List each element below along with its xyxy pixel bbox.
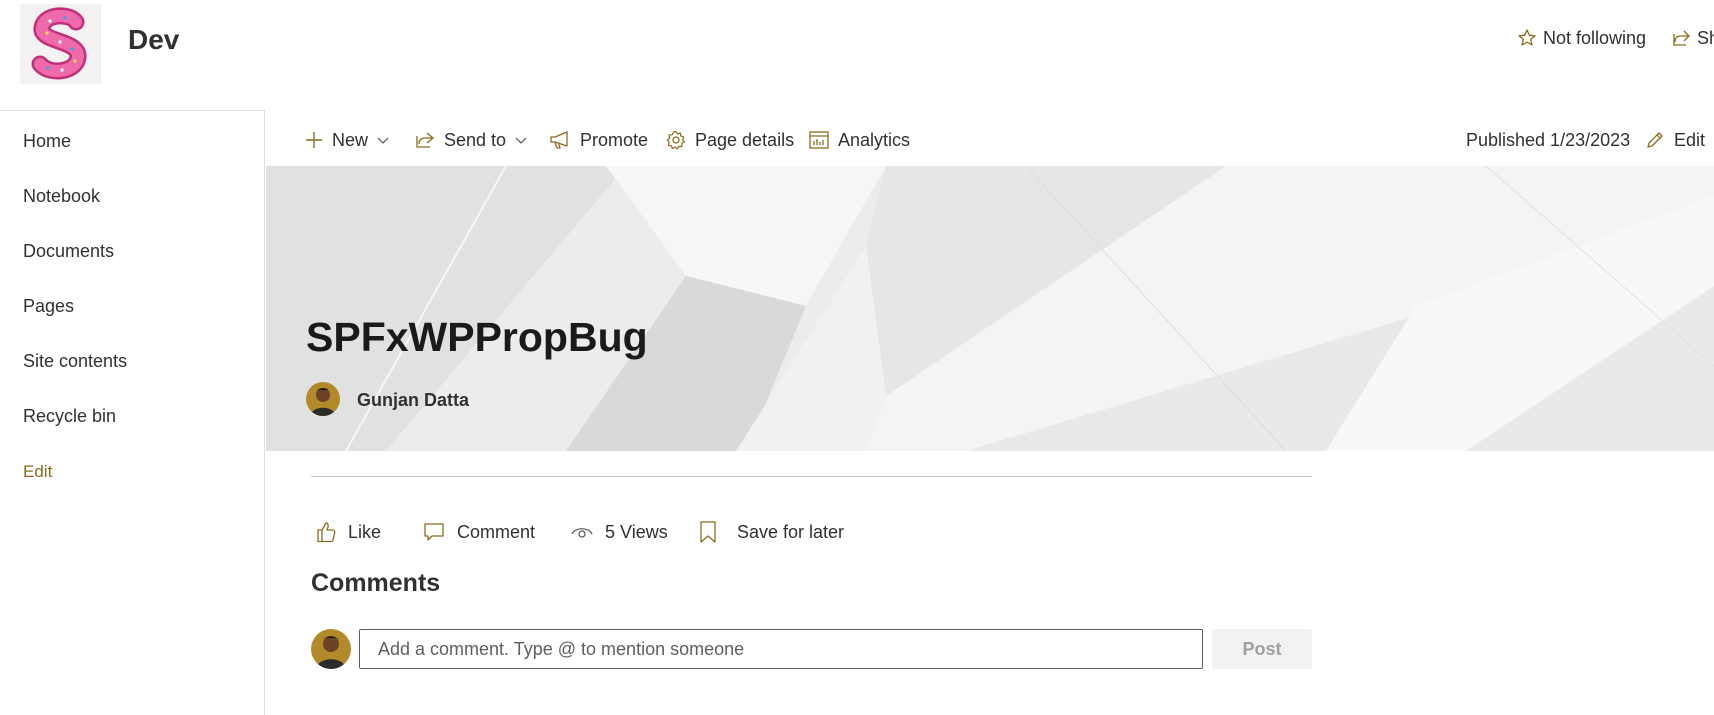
eye-icon [571,524,593,540]
megaphone-icon [549,130,571,150]
pencil-icon [1645,130,1665,150]
plus-icon [305,131,323,149]
nav-item-pages[interactable]: Pages [23,296,74,317]
page-details-button[interactable]: Page details [666,126,794,154]
site-title[interactable]: Dev [128,24,179,56]
published-status: Published 1/23/2023 [1466,129,1631,150]
comments-heading: Comments [311,569,441,597]
nav-item-documents[interactable]: Documents [23,241,114,262]
views-count: 5 Views [571,518,668,546]
comment-input[interactable] [359,629,1203,669]
current-user-avatar [311,629,351,669]
send-to-button[interactable]: Send to [415,126,527,154]
share-button[interactable]: Share [1671,24,1714,52]
analytics-label: Analytics [838,129,911,150]
nav-item-notebook[interactable]: Notebook [23,186,100,207]
nav-edit-link[interactable]: Edit [23,462,52,482]
author-name[interactable]: Gunjan Datta [357,390,469,411]
thumbs-up-icon [316,521,336,543]
save-label: Save for later [737,521,845,542]
follow-button[interactable]: Not following [1517,24,1646,52]
nav-item-site-contents[interactable]: Site contents [23,351,127,372]
nav-item-home[interactable]: Home [23,131,71,152]
edit-label: Edit [1674,129,1706,150]
site-header: Dev Not following Share [0,0,1714,100]
edit-page-button[interactable]: Edit [1645,126,1705,154]
promote-label: Promote [580,129,649,150]
author-avatar[interactable] [306,382,340,416]
comment-label: Comment [457,521,536,542]
send-to-label: Send to [444,129,507,150]
banner-background-image [266,166,1714,451]
title-banner: SPFxWPPropBug Gunjan Datta [266,166,1714,451]
bar-chart-icon [809,131,829,149]
follow-label: Not following [1543,27,1647,48]
star-icon [1517,28,1537,48]
save-for-later-button[interactable]: Save for later [699,518,844,546]
like-label: Like [348,521,382,542]
chevron-down-icon [377,134,389,146]
command-bar: New Send to Promote Page details Analyti… [265,111,1714,166]
post-comment-button[interactable]: Post [1212,629,1312,669]
share-arrow-icon [415,130,435,150]
new-button[interactable]: New [305,126,389,154]
bookmark-icon [699,521,717,543]
content-divider [311,476,1312,477]
speech-bubble-icon [423,522,445,542]
nav-item-recycle-bin[interactable]: Recycle bin [23,406,116,427]
like-button[interactable]: Like [316,518,381,546]
site-logo[interactable] [20,4,101,84]
comment-button[interactable]: Comment [423,518,535,546]
chevron-down-icon [515,134,527,146]
share-icon [1671,28,1691,48]
views-label: 5 Views [605,521,668,542]
page-details-label: Page details [695,129,795,150]
share-label: Share [1697,27,1714,48]
page-title: SPFxWPPropBug [306,314,648,360]
left-navigation: Home Notebook Documents Pages Site conte… [0,110,265,715]
analytics-button[interactable]: Analytics [809,126,910,154]
new-label: New [332,129,369,150]
promote-button[interactable]: Promote [549,126,648,154]
gear-icon [666,130,686,150]
